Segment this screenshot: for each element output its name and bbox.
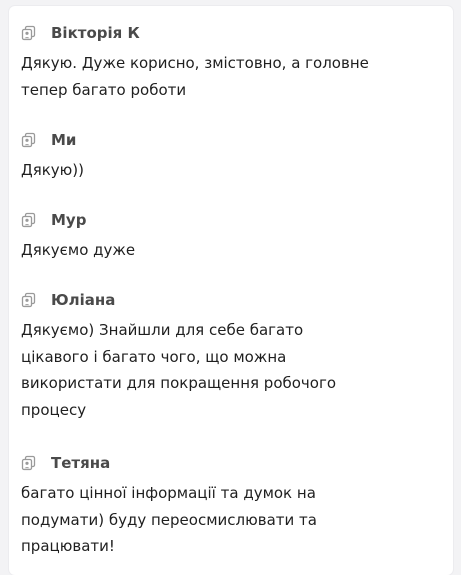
author-name: Ми: [51, 131, 77, 149]
comment-text: Дякую)): [21, 161, 85, 179]
comment-author: Тетяна: [21, 452, 445, 474]
comment-author: Мур: [21, 209, 445, 231]
comment-text: Дякуємо дуже: [21, 241, 136, 259]
comment-author: Юліана: [21, 289, 445, 311]
comment-author: Ми: [21, 129, 445, 151]
user-icon: [21, 455, 37, 471]
user-icon: [21, 25, 37, 41]
comment-text: Дякую. Дуже корисно, змістовно, а головн…: [21, 54, 369, 99]
comment-item: Ми Дякую)): [21, 129, 445, 184]
author-name: Мур: [51, 211, 87, 229]
comment-item: Тетяна багато цінної інформації та думок…: [21, 452, 445, 560]
comments-panel: Вікторія К Дякую. Дуже корисно, змістовн…: [9, 6, 453, 575]
comment-item: Мур Дякуємо дуже: [21, 209, 445, 264]
author-name: Юліана: [51, 291, 116, 309]
author-name: Вікторія К: [51, 24, 140, 42]
comment-item: Юліана Дякуємо) Знайшли для себе багато …: [21, 289, 445, 423]
comment-text: Дякуємо) Знайшли для себе багато цікавог…: [21, 321, 337, 419]
user-icon: [21, 292, 37, 308]
user-icon: [21, 212, 37, 228]
author-name: Тетяна: [51, 454, 111, 472]
comment-item: Вікторія К Дякую. Дуже корисно, змістовн…: [21, 22, 445, 103]
comment-author: Вікторія К: [21, 22, 445, 44]
comment-text: багато цінної інформації та думок на под…: [21, 484, 317, 555]
user-icon: [21, 132, 37, 148]
